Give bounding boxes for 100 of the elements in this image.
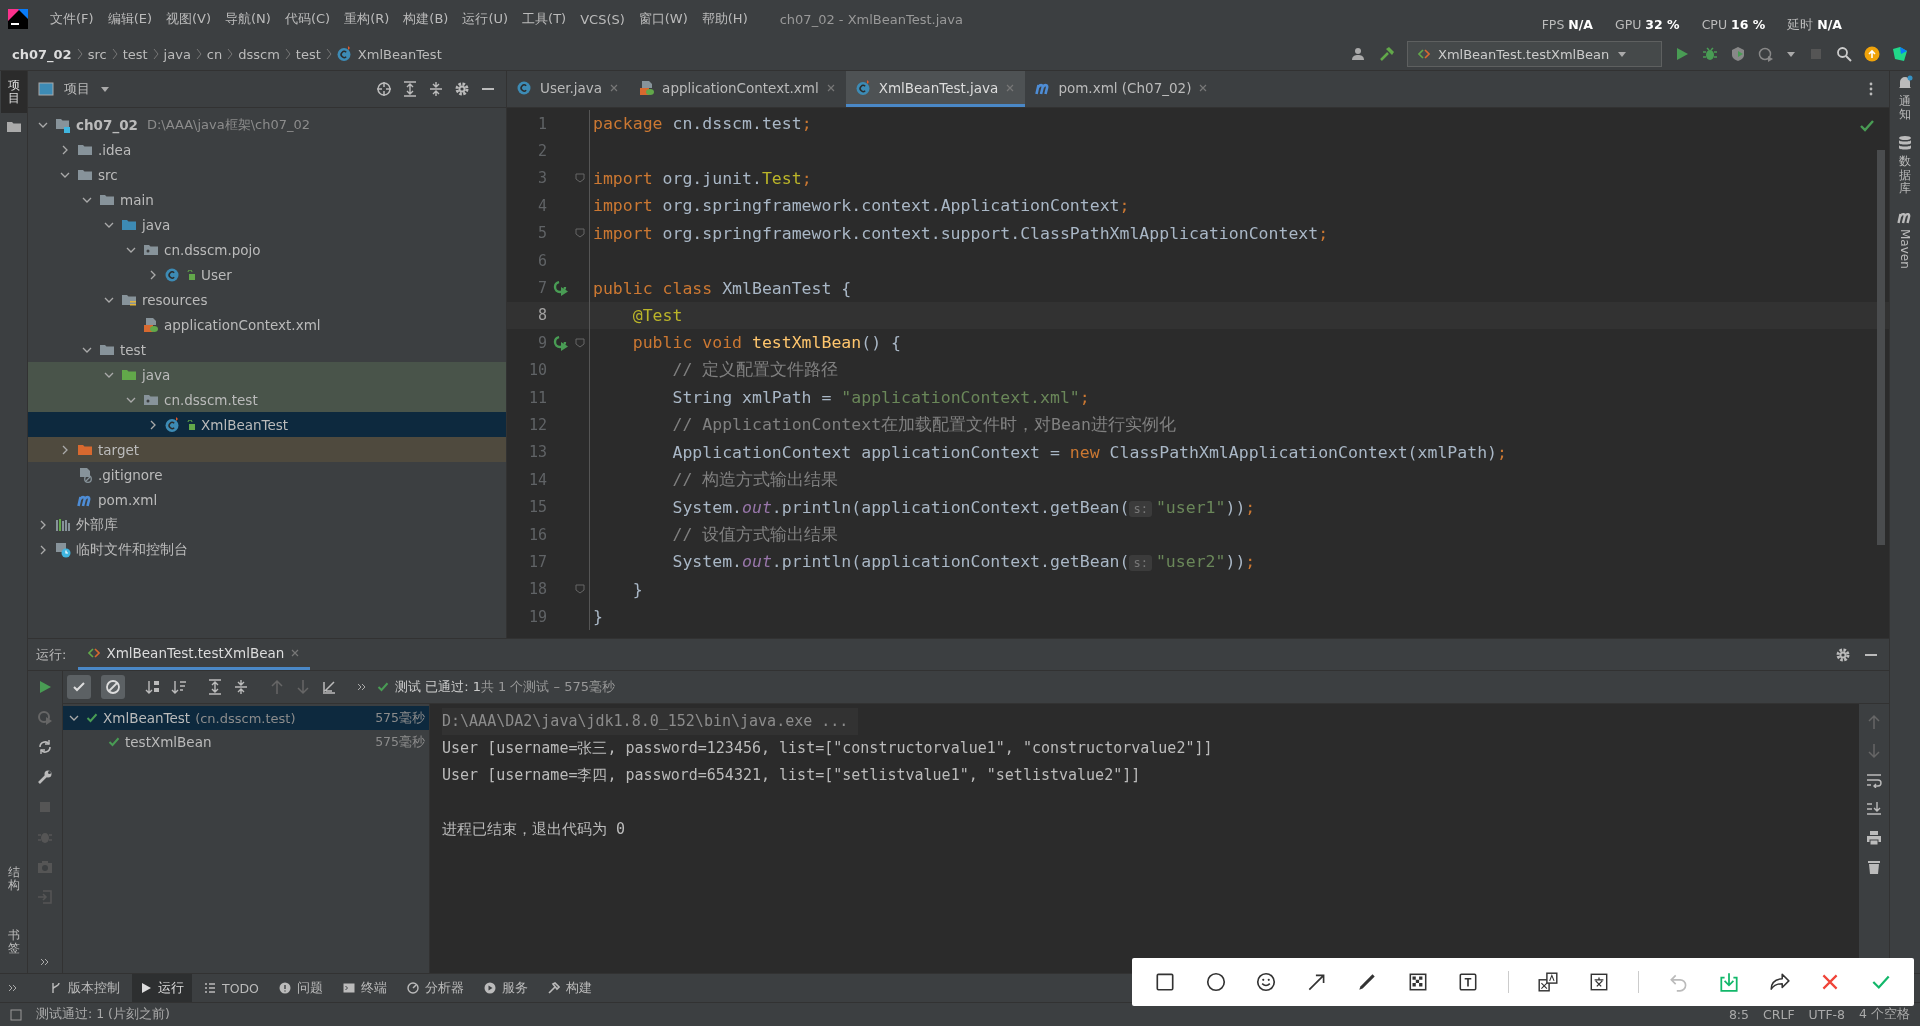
update-icon[interactable]: [1864, 46, 1880, 62]
status-item[interactable]: CRLF: [1763, 1007, 1795, 1022]
expand-icon[interactable]: [8, 983, 18, 993]
target-icon[interactable]: [376, 81, 392, 97]
tool-window-tab[interactable]: 问题: [270, 974, 331, 1002]
status-item[interactable]: UTF-8: [1808, 1007, 1846, 1022]
breadcrumb[interactable]: java: [163, 46, 191, 62]
run-tab[interactable]: XmlBeanTest.testXmlBean: [78, 639, 311, 670]
chevron-icon[interactable]: [148, 419, 158, 430]
menu-item[interactable]: 帮助(H): [695, 10, 754, 28]
share-icon[interactable]: [1768, 971, 1791, 993]
tool-window-tab[interactable]: 书签: [0, 920, 27, 963]
tool-window-tab[interactable]: 分析器: [398, 974, 472, 1002]
settings-icon[interactable]: [1835, 646, 1851, 663]
menu-item[interactable]: 构建(B): [397, 10, 455, 28]
tool-window-tab[interactable]: 终端: [334, 974, 395, 1002]
download-icon[interactable]: [1718, 971, 1741, 993]
menu-item[interactable]: 重构(R): [338, 10, 396, 28]
toggle-rerun-icon[interactable]: [37, 739, 53, 755]
tool-window-tab[interactable]: 通知: [1897, 75, 1913, 122]
tool-window-tab[interactable]: 数据库: [1897, 135, 1913, 195]
menu-item[interactable]: 视图(V): [160, 10, 218, 28]
menu-item[interactable]: 导航(N): [219, 10, 277, 28]
breadcrumb[interactable]: test: [122, 46, 148, 62]
expand-all-icon[interactable]: [207, 679, 223, 695]
tool-window-tab[interactable]: 版本控制: [42, 974, 128, 1002]
editor-tab[interactable]: User.java: [507, 71, 630, 107]
more-icon[interactable]: [357, 682, 367, 692]
tree-item[interactable]: applicationContext.xml: [28, 312, 506, 337]
tree-item[interactable]: 临时文件和控制台: [28, 537, 506, 562]
close-icon[interactable]: [1198, 82, 1209, 93]
tree-item[interactable]: target: [28, 437, 506, 462]
tool-window-tab[interactable]: TODO: [196, 974, 267, 1002]
caret-icon[interactable]: [100, 84, 110, 94]
close-icon[interactable]: [609, 82, 620, 93]
settings-icon[interactable]: [454, 81, 470, 97]
chevron-icon[interactable]: [38, 544, 48, 555]
coverage-icon[interactable]: [1730, 46, 1746, 62]
fold-marker-icon[interactable]: [575, 337, 585, 348]
tree-item[interactable]: main: [28, 187, 506, 212]
scroll-to-end-icon[interactable]: [1866, 801, 1882, 817]
menu-item[interactable]: 窗口(W): [632, 10, 694, 28]
menu-item[interactable]: 代码(C): [278, 10, 337, 28]
toolbox-logo-icon[interactable]: [1892, 46, 1908, 62]
chevron-icon[interactable]: [69, 713, 79, 723]
tree-item[interactable]: 外部库: [28, 512, 506, 537]
fold-marker-icon[interactable]: [575, 173, 585, 184]
tree-item[interactable]: cn.dsscm.test: [28, 387, 506, 412]
fold-marker-icon[interactable]: [575, 584, 585, 595]
menu-item[interactable]: 文件(F): [44, 10, 100, 28]
tree-item[interactable]: pom.xml: [28, 487, 506, 512]
translate-icon[interactable]: [1537, 971, 1560, 993]
bug-icon[interactable]: [1702, 46, 1718, 62]
editor-tab[interactable]: pom.xml (Ch07_02): [1025, 71, 1219, 107]
run-icon[interactable]: [1674, 46, 1690, 62]
export-icon[interactable]: [321, 679, 337, 695]
status-item[interactable]: 8:5: [1728, 1007, 1750, 1022]
tree-item[interactable]: .idea: [28, 137, 506, 162]
soft-wrap-icon[interactable]: [1866, 772, 1882, 788]
test-tree-item[interactable]: XmlBeanTest (cn.dsscm.test) 575毫秒: [63, 706, 429, 730]
search-icon[interactable]: [1836, 46, 1852, 62]
breadcrumb[interactable]: XmlBeanTest: [357, 46, 442, 62]
close-icon[interactable]: [290, 648, 301, 658]
run-configuration-dropdown[interactable]: XmlBeanTest.testXmlBean: [1407, 41, 1662, 67]
tree-item[interactable]: resources: [28, 287, 506, 312]
ellipse-tool-icon[interactable]: [1204, 971, 1227, 993]
tool-window-tab[interactable]: 项目: [0, 71, 27, 114]
breadcrumb[interactable]: ch07_02: [12, 46, 72, 62]
collapse-all-icon[interactable]: [428, 81, 444, 97]
test-tree-item[interactable]: testXmlBean 575毫秒: [63, 730, 429, 754]
sort-by-duration-icon[interactable]: [171, 679, 187, 695]
run-icon[interactable]: [37, 679, 53, 695]
scrollbar[interactable]: [1877, 150, 1885, 545]
hammer-icon[interactable]: [1379, 46, 1395, 62]
sort-alphabetically-icon[interactable]: [145, 679, 161, 695]
editor-tab[interactable]: XmlBeanTest.java: [845, 71, 1026, 107]
emoji-tool-icon[interactable]: [1255, 971, 1278, 993]
editor-tab[interactable]: applicationContext.xml: [629, 71, 846, 107]
tool-window-tab[interactable]: 构建: [539, 974, 600, 1002]
menu-item[interactable]: 编辑(E): [101, 10, 158, 28]
fold-marker-icon[interactable]: [575, 228, 585, 239]
chevron-icon[interactable]: [38, 519, 48, 530]
chevron-icon[interactable]: [60, 144, 70, 155]
menu-item[interactable]: 工具(T): [516, 10, 573, 28]
tree-item[interactable]: User: [28, 262, 506, 287]
tree-item[interactable]: java: [28, 362, 506, 387]
tool-window-tab[interactable]: 运行: [132, 974, 192, 1002]
close-icon[interactable]: [825, 82, 836, 93]
tree-item[interactable]: src: [28, 162, 506, 187]
tree-item[interactable]: java: [28, 212, 506, 237]
tree-item[interactable]: XmlBeanTest: [28, 412, 506, 437]
menu-item[interactable]: VCS(S): [574, 11, 631, 27]
run-test-icon[interactable]: [553, 280, 569, 297]
tool-window-tab[interactable]: Maven: [1897, 208, 1913, 269]
breadcrumb[interactable]: src: [87, 46, 107, 62]
tree-item[interactable]: test: [28, 337, 506, 362]
panel-toggle-icon[interactable]: [10, 1008, 22, 1021]
breadcrumb[interactable]: cn: [206, 46, 223, 62]
tool-window-tab[interactable]: 结构: [0, 858, 27, 901]
run-test-icon[interactable]: [553, 334, 569, 351]
